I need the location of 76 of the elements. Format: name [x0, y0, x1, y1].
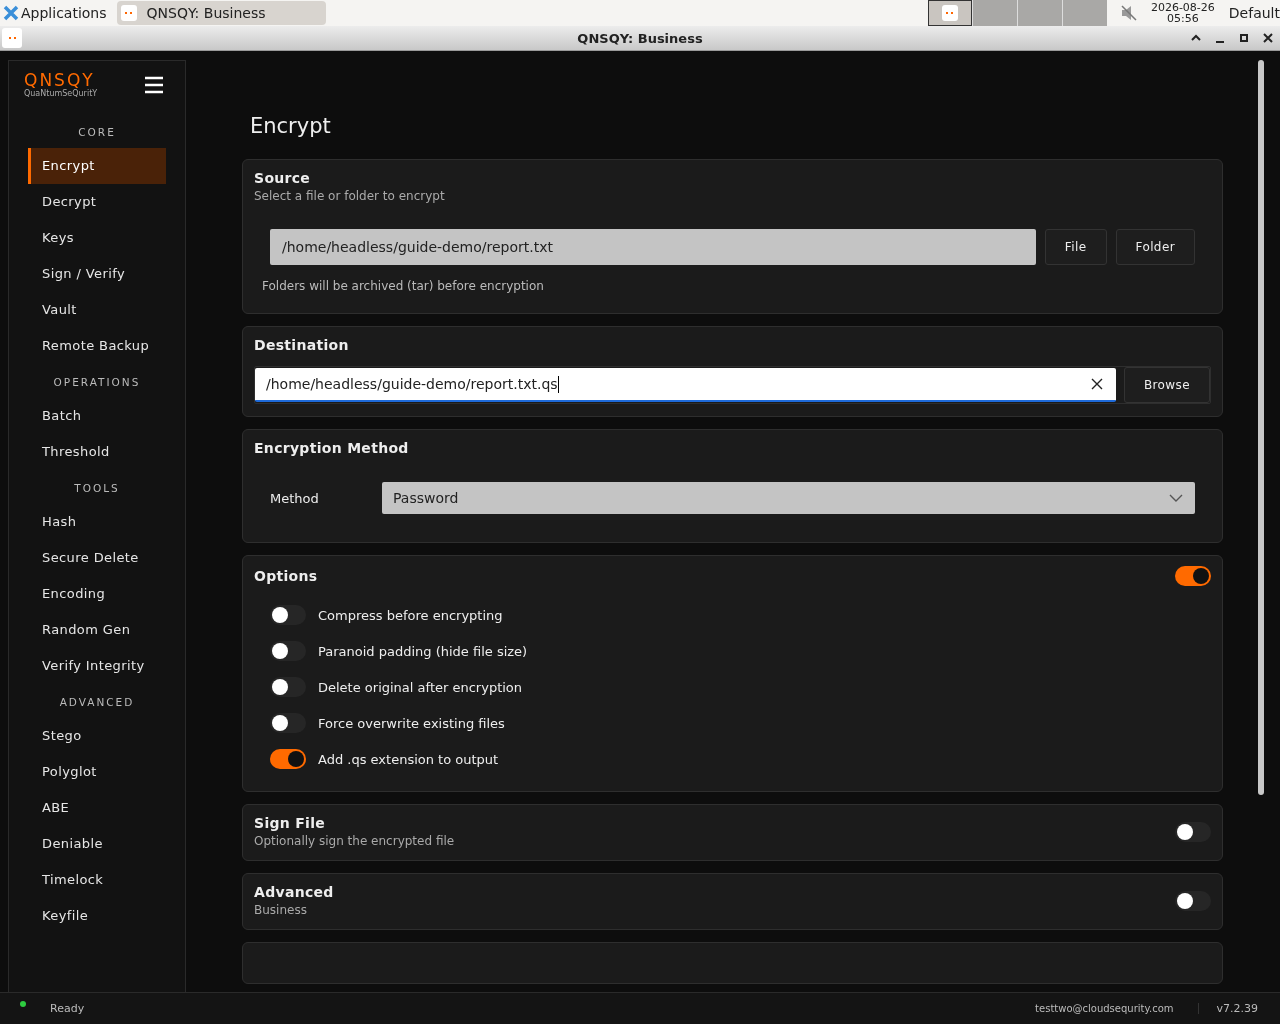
nav-item[interactable]: ABE	[28, 790, 166, 826]
nav-item[interactable]: Timelock	[28, 862, 166, 898]
field-label: Method	[270, 490, 320, 506]
nav-item[interactable]: Threshold	[28, 434, 166, 470]
nav-item[interactable]: Decrypt	[28, 184, 166, 220]
section-heading: ADVANCED	[58, 695, 136, 710]
taskbar-task[interactable]: QNSQY: Business	[116, 1, 326, 25]
version-label: v7.2.39	[1215, 1002, 1259, 1015]
toggle-switch[interactable]	[1175, 821, 1211, 842]
card-title: Encryption Method	[254, 440, 410, 456]
toggle-switch[interactable]	[270, 605, 306, 625]
menu-icon[interactable]	[144, 75, 164, 94]
hint-text: Folders will be archived (tar) before encryption	[262, 279, 545, 293]
nav-item[interactable]: Sign / Verify	[28, 256, 166, 292]
section-heading: OPERATIONS	[52, 375, 142, 390]
option-label: Paranoid padding (hide file size)	[318, 643, 528, 659]
toggle-switch[interactable]	[270, 749, 306, 769]
nav-item[interactable]: Hash	[28, 504, 166, 540]
toggle-switch[interactable]	[270, 713, 306, 733]
applications-menu[interactable]: Applications	[21, 5, 107, 21]
x-logo-icon[interactable]	[3, 5, 19, 21]
app-icon	[941, 5, 958, 21]
nav-item[interactable]: Keyfile	[28, 898, 166, 934]
app-icon	[2, 28, 22, 48]
nav-item[interactable]: Polyglot	[28, 754, 166, 790]
nav-item[interactable]: Batch	[28, 398, 166, 434]
option-label: Compress before encrypting	[318, 607, 503, 623]
nav-item[interactable]: Encoding	[28, 576, 166, 612]
card-title: Advanced	[254, 884, 334, 900]
card-subtitle: Select a file or folder to encrypt	[254, 189, 446, 203]
window-title: QNSQY: Business	[577, 30, 703, 46]
status-text: Ready	[50, 1002, 85, 1015]
nav-item[interactable]: Vault	[28, 292, 166, 328]
nav-item[interactable]: Secure Delete	[28, 540, 166, 576]
toggle-switch[interactable]	[1175, 566, 1211, 586]
browse-button[interactable]: Folder	[1115, 229, 1195, 265]
user-email: testtwo@cloudsequrity.com	[1035, 1003, 1199, 1014]
source-path-field[interactable]: /home/headless/guide-demo/report.txt	[270, 229, 1036, 265]
toggle-switch[interactable]	[270, 641, 306, 661]
clock[interactable]: 2026-08-26 05:56	[1150, 2, 1215, 24]
section-heading: CORE	[77, 125, 117, 140]
toggle-switch[interactable]	[270, 677, 306, 697]
nav-item[interactable]: Stego	[28, 718, 166, 754]
muted-speaker-icon[interactable]	[1118, 3, 1139, 23]
clear-icon[interactable]	[1090, 378, 1103, 390]
section-heading: TOOLS	[73, 481, 121, 496]
workspace-button[interactable]	[927, 0, 972, 26]
destination-path-field[interactable]: /home/headless/guide-demo/report.txt.qs	[255, 368, 1116, 402]
option-label: Force overwrite existing files	[318, 715, 505, 731]
browse-button[interactable]: Browse	[1123, 367, 1210, 403]
app-icon	[120, 5, 137, 21]
method-dropdown[interactable]: Password	[382, 482, 1195, 514]
status-dot	[20, 1001, 26, 1007]
nav-item[interactable]: Remote Backup	[28, 328, 166, 364]
card-title: Options	[254, 568, 318, 584]
card-subtitle: Business	[254, 903, 308, 917]
toggle-switch[interactable]	[1175, 890, 1211, 911]
option-label: Delete original after encryption	[318, 679, 523, 695]
card-title: Source	[254, 170, 312, 186]
nav-item[interactable]: Verify Integrity	[28, 648, 166, 684]
logo-tagline: QuaNtumSeQuritY	[24, 89, 98, 98]
nav-item[interactable]: Keys	[28, 220, 166, 256]
nav-item[interactable]: Random Gen	[28, 612, 166, 648]
card-subtitle: Optionally sign the encrypted file	[254, 834, 455, 848]
nav-item[interactable]: Deniable	[28, 826, 166, 862]
keyboard-layout[interactable]: Default	[1228, 5, 1280, 21]
option-label: Add .qs extension to output	[318, 751, 499, 767]
maximize-icon[interactable]	[1238, 32, 1250, 44]
browse-button[interactable]: File	[1044, 229, 1107, 265]
close-icon[interactable]	[1262, 32, 1274, 44]
logo-wordmark: QNSQY	[24, 71, 95, 89]
card-title: Destination	[254, 337, 350, 353]
card-title: Sign File	[254, 815, 327, 831]
page-title: Encrypt	[250, 114, 332, 138]
chevron-down-icon	[1169, 494, 1183, 502]
nav-item[interactable]: Encrypt	[28, 148, 166, 184]
